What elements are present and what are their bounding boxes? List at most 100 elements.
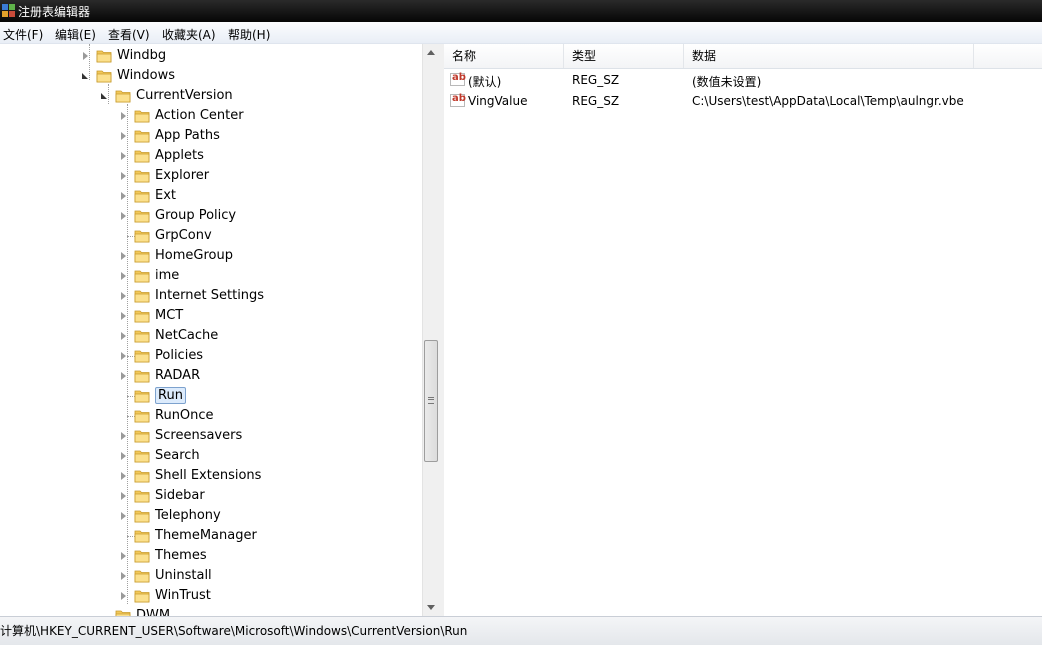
tree-item[interactable]: Run [0,386,420,406]
tree-item[interactable]: Shell Extensions [0,466,420,486]
tree-item-label: Search [155,448,200,463]
collapsed-arrow-icon[interactable] [121,552,126,560]
values-list-pane[interactable]: 名称 类型 数据 ab (默认) REG_SZ (数值未设置) ab VingV… [444,44,1042,616]
scroll-up-arrow-icon[interactable] [427,50,435,55]
list-item[interactable]: ab VingValue REG_SZ C:\Users\test\AppDat… [444,91,1042,111]
value-type: REG_SZ [572,73,620,87]
tree-item[interactable]: Telephony [0,506,420,526]
collapsed-arrow-icon[interactable] [121,272,126,280]
folder-icon [134,410,150,423]
folder-icon [134,430,150,443]
window-title: 注册表编辑器 [18,5,91,19]
collapsed-arrow-icon[interactable] [121,592,126,600]
folder-icon [134,110,150,123]
tree-item[interactable]: Applets [0,146,420,166]
tree-item[interactable]: Internet Settings [0,286,420,306]
menu-favorites[interactable]: 收藏夹(A) [162,26,216,43]
tree-item-label: Run [155,387,186,404]
tree-item[interactable]: Ext [0,186,420,206]
folder-icon [134,270,150,283]
collapsed-arrow-icon[interactable] [121,432,126,440]
folder-icon [134,310,150,323]
expanded-arrow-icon[interactable] [101,93,107,99]
tree-item-label: GrpConv [155,228,212,243]
tree-scrollbar[interactable] [422,44,440,616]
collapsed-arrow-icon[interactable] [121,192,126,200]
tree-item[interactable]: Sidebar [0,486,420,506]
collapsed-arrow-icon[interactable] [121,512,126,520]
tree-item-label: CurrentVersion [136,88,233,103]
tree-item[interactable]: Search [0,446,420,466]
menu-view[interactable]: 查看(V) [108,26,150,43]
tree-item[interactable]: App Paths [0,126,420,146]
registry-tree-pane[interactable]: Windbg Windows CurrentVersion Action Center… [0,44,441,616]
tree-item[interactable]: GrpConv [0,226,420,246]
tree-item[interactable]: ThemeManager [0,526,420,546]
tree-item[interactable]: Screensavers [0,426,420,446]
value-name: VingValue [468,94,528,108]
list-header: 名称 类型 数据 [444,44,1042,69]
menu-file[interactable]: 文件(F) [3,26,43,43]
collapsed-arrow-icon[interactable] [121,372,126,380]
value-data: C:\Users\test\AppData\Local\Temp\aulngr.… [692,94,964,108]
tree-item-label: Sidebar [155,488,205,503]
collapsed-arrow-icon[interactable] [121,132,126,140]
tree-item[interactable]: Themes [0,546,420,566]
tree-item[interactable]: Explorer [0,166,420,186]
tree-item[interactable]: RADAR [0,366,420,386]
collapsed-arrow-icon[interactable] [121,332,126,340]
tree-item-label: Ext [155,188,177,203]
expanded-arrow-icon[interactable] [82,73,88,79]
collapsed-arrow-icon[interactable] [121,452,126,460]
list-item[interactable]: ab (默认) REG_SZ (数值未设置) [444,70,1042,90]
tree-item[interactable]: Policies [0,346,420,366]
collapsed-arrow-icon[interactable] [121,152,126,160]
menu-edit[interactable]: 编辑(E) [55,26,96,43]
tree-item-label: MCT [155,308,184,323]
folder-icon [134,150,150,163]
collapsed-arrow-icon[interactable] [121,252,126,260]
tree-item[interactable]: HomeGroup [0,246,420,266]
folder-icon [134,490,150,503]
collapsed-arrow-icon[interactable] [121,352,126,360]
tree-item[interactable]: DWM [0,606,420,616]
tree-item[interactable]: Group Policy [0,206,420,226]
collapsed-arrow-icon[interactable] [121,112,126,120]
tree-item[interactable]: CurrentVersion [0,86,420,106]
tree-item[interactable]: ime [0,266,420,286]
value-data: (数值未设置) [692,75,762,89]
tree-item[interactable]: Windows [0,66,420,86]
tree-item[interactable]: NetCache [0,326,420,346]
collapsed-arrow-icon[interactable] [121,292,126,300]
tree-item[interactable]: Action Center [0,106,420,126]
collapsed-arrow-icon[interactable] [121,472,126,480]
tree-item-label: App Paths [155,128,220,143]
folder-icon [115,610,131,616]
scroll-down-arrow-icon[interactable] [427,605,435,610]
collapsed-arrow-icon[interactable] [121,172,126,180]
collapsed-arrow-icon[interactable] [121,572,126,580]
tree-item[interactable]: RunOnce [0,406,420,426]
folder-icon [134,130,150,143]
tree-item[interactable]: MCT [0,306,420,326]
tree-item-label: Windows [117,68,176,83]
collapsed-arrow-icon[interactable] [83,52,88,60]
collapsed-arrow-icon[interactable] [121,212,126,220]
folder-icon [134,450,150,463]
tree-item-label: RunOnce [155,408,214,423]
collapsed-arrow-icon[interactable] [121,492,126,500]
column-header-type[interactable]: 类型 [564,44,684,68]
tree-item-label: DWM [136,608,171,616]
scrollbar-thumb[interactable] [424,340,438,462]
collapsed-arrow-icon[interactable] [121,312,126,320]
column-header-data[interactable]: 数据 [684,44,974,68]
folder-icon [96,70,112,83]
menu-help[interactable]: 帮助(H) [228,26,270,43]
column-header-name[interactable]: 名称 [444,44,564,68]
tree-item[interactable]: Uninstall [0,566,420,586]
tree-item-label: HomeGroup [155,248,233,263]
folder-icon [115,90,131,103]
tree-item[interactable]: Windbg [0,46,420,66]
folder-icon [134,550,150,563]
tree-item[interactable]: WinTrust [0,586,420,606]
